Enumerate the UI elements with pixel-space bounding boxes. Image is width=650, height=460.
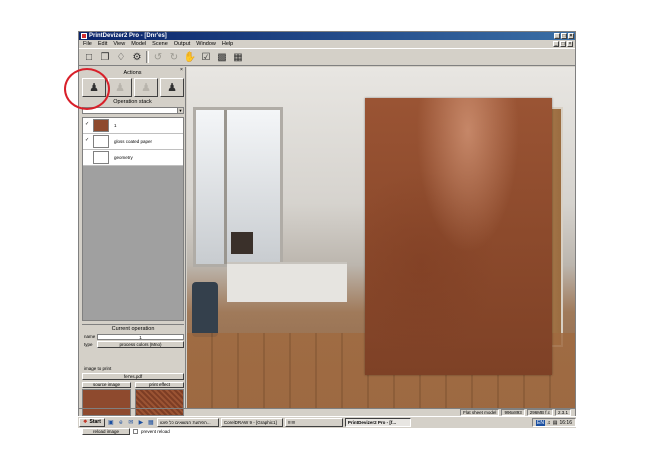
current-operation-title: Current operation [82, 324, 184, 332]
stack-item[interactable]: geometry [83, 150, 183, 166]
check-icon[interactable]: ☑ [199, 50, 213, 64]
paper-thumbnail [93, 135, 109, 148]
stack-item-label: gloss coated paper [114, 139, 153, 144]
desktop-icon[interactable]: ▣ [107, 419, 115, 427]
current-operation-section: Current operation name 1 type process co… [82, 324, 184, 348]
rotate-right-icon[interactable]: ↻ [167, 50, 181, 64]
type-row: type process colors (Mno) [82, 341, 184, 348]
window-controls: _ □ × [554, 33, 574, 39]
menu-model[interactable]: Model [131, 40, 146, 48]
print-effect-button[interactable]: print effect [135, 382, 184, 388]
source-image-button[interactable]: source image [82, 382, 131, 388]
highlight-circle [64, 68, 110, 110]
menu-file[interactable]: File [83, 40, 92, 48]
menu-output[interactable]: Output [174, 40, 191, 48]
film-icon[interactable]: ▦ [231, 50, 245, 64]
task-coreldraw[interactable]: CorelDRAW 9 - [Graphic1] [220, 418, 283, 427]
ie-icon[interactable]: e [117, 419, 125, 427]
background-chair [192, 282, 218, 337]
3d-viewport[interactable] [187, 67, 575, 408]
new-icon[interactable]: □ [82, 50, 96, 64]
name-row: name 1 [82, 333, 184, 340]
start-label: Start [89, 419, 101, 425]
geometry-thumbnail [93, 151, 109, 164]
settings-icon[interactable]: ⚙ [130, 50, 144, 64]
taskbar: ❖ Start ▣ e ✉ ▶ ▦ הפתעת המשאים כל פוטו..… [78, 416, 576, 428]
language-indicator[interactable]: EN [536, 419, 545, 426]
chevron-down-icon[interactable]: ▼ [177, 108, 183, 113]
title-bar[interactable]: PrintDevizer2 Pro - [Dnr'es] _ □ × [79, 32, 575, 40]
name-field[interactable]: 1 [97, 333, 184, 340]
menu-view[interactable]: View [113, 40, 125, 48]
toolbar-separator [146, 51, 149, 63]
background-cabinet [227, 262, 347, 302]
app-window: PrintDevizer2 Pro - [Dnr'es] _ □ × File … [78, 31, 576, 435]
rotate-icon[interactable]: ↺ [151, 50, 165, 64]
background-monitor [231, 232, 253, 254]
task-hebrew[interactable]: הפתעת המשאים כל פוטו... [156, 418, 219, 427]
leather-thumbnail [93, 119, 109, 132]
camera-icon[interactable]: ▩ [215, 50, 229, 64]
status-version: 2.3.1 [554, 409, 571, 416]
menu-bar: File Edit View Model Scene Output Window… [79, 40, 575, 48]
windows-logo-icon: ❖ [83, 419, 88, 425]
operation-dropdown[interactable]: ▼ [82, 107, 184, 114]
menu-edit[interactable]: Edit [98, 40, 107, 48]
menu-scene[interactable]: Scene [152, 40, 168, 48]
media-icon[interactable]: ▶ [137, 419, 145, 427]
open-icon[interactable]: ❐ [98, 50, 112, 64]
status-model: Flat sheet model [460, 409, 500, 416]
close-button[interactable]: × [568, 33, 574, 39]
maximize-button[interactable]: □ [561, 33, 567, 39]
task-folder[interactable]: !!!!!! [284, 418, 343, 427]
type-button[interactable]: process colors (Mno) [97, 341, 184, 348]
clock: 16:16 [559, 419, 572, 426]
folder-icon[interactable]: ▦ [147, 419, 155, 427]
left-panel: × Actions ♟ ♟ ♟ ♟ Operation stack ▼ ✓ 1 … [80, 67, 186, 435]
action-figure-3-icon[interactable]: ♟ [134, 78, 158, 97]
mdi-minimize-button[interactable]: _ [553, 41, 559, 47]
start-button[interactable]: ❖ Start [79, 418, 105, 427]
mdi-close-button[interactable]: × [567, 41, 573, 47]
check-icon[interactable]: ✓ [85, 138, 90, 143]
leather-sheet-model[interactable] [365, 98, 552, 375]
action-figure-4-icon[interactable]: ♟ [160, 78, 184, 97]
mdi-restore-button[interactable]: □ [560, 41, 566, 47]
window-title: PrintDevizer2 Pro - [Dnr'es] [89, 33, 167, 39]
menu-help[interactable]: Help [222, 40, 233, 48]
stack-item[interactable]: ✓ 1 [83, 118, 183, 134]
reload-image-button[interactable]: reload image [82, 428, 130, 435]
type-label: type [84, 342, 93, 347]
prevent-reload-checkbox[interactable] [133, 429, 138, 434]
name-label: name [84, 334, 96, 339]
menu-window[interactable]: Window [196, 40, 216, 48]
toolbar: □ ❐ ♢ ⚙ ↺ ↻ ✋ ☑ ▩ ▦ [79, 48, 575, 66]
stack-item-label: 1 [114, 123, 117, 128]
action-figure-2-icon[interactable]: ♟ [108, 78, 132, 97]
system-tray: EN ♫ ▤ 16:16 [532, 418, 576, 427]
bear-icon[interactable]: ♢ [114, 50, 128, 64]
minimize-button[interactable]: _ [554, 33, 560, 39]
status-memory: 296MB f.c [526, 409, 553, 416]
stack-item-label: geometry [114, 155, 133, 160]
stack-item[interactable]: ✓ gloss coated paper [83, 134, 183, 150]
app-icon [81, 33, 87, 39]
status-bar: Flat sheet model 996x893 296MB f.c 2.3.1 [79, 408, 575, 416]
network-icon[interactable]: ▤ [553, 420, 558, 426]
operation-stack-list: ✓ 1 ✓ gloss coated paper geometry [82, 117, 184, 321]
hand-icon[interactable]: ✋ [183, 50, 197, 64]
reload-row: reload image prevent reload [82, 428, 184, 435]
file-button[interactable]: fer'es.pdf [82, 373, 184, 380]
volume-icon[interactable]: ♫ [547, 420, 551, 426]
prevent-reload-label: prevent reload [141, 429, 170, 434]
outlook-icon[interactable]: ✉ [127, 419, 135, 427]
mdi-controls: _ □ × [553, 41, 573, 47]
image-to-print-label: image to print [84, 366, 112, 371]
task-printdevizer[interactable]: PrintDevizer2 Pro - [f... [344, 418, 411, 427]
check-icon[interactable]: ✓ [85, 122, 90, 127]
status-size: 996x893 [501, 409, 525, 416]
